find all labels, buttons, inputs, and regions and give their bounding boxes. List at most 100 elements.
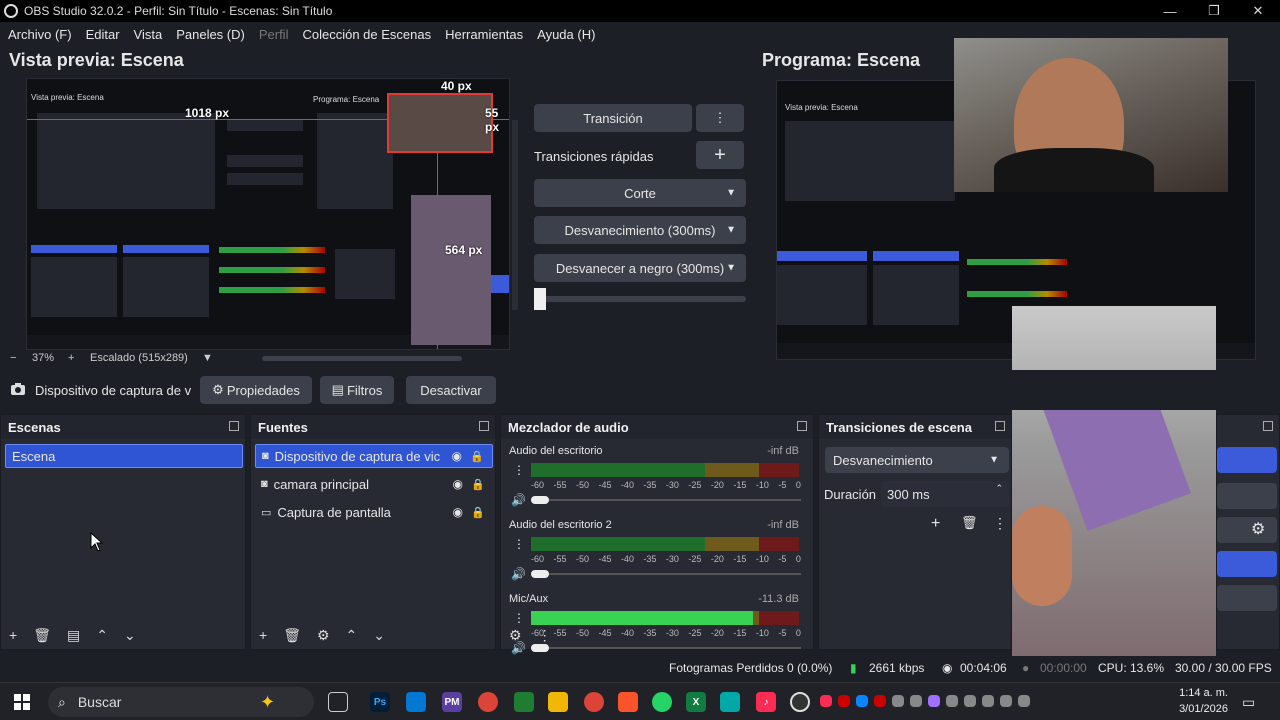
gear-icon[interactable]: ⚙ <box>1251 519 1265 539</box>
add-scene-button[interactable]: + <box>9 627 17 643</box>
lock-icon[interactable]: 🔒 <box>471 506 485 519</box>
scaling-dropdown-icon[interactable]: ▼ <box>202 352 213 364</box>
microphone-icon[interactable] <box>1000 695 1012 707</box>
speaker-icon[interactable]: 🔊 <box>511 493 526 507</box>
menu-tools[interactable]: Herramientas <box>445 27 523 42</box>
undock-icon[interactable] <box>479 421 489 431</box>
tbar-slider[interactable] <box>534 296 746 302</box>
tbar-handle[interactable] <box>534 288 546 310</box>
more-vertical-icon[interactable]: ⋮ <box>538 627 552 644</box>
move-down-icon[interactable]: ⌄ <box>373 627 385 644</box>
maximize-button[interactable]: ❐ <box>1192 0 1236 22</box>
quick-transition-fade[interactable]: Desvanecimiento (300ms) ▼ <box>534 216 746 244</box>
minimize-button[interactable]: — <box>1148 0 1192 22</box>
studio-mode-button[interactable] <box>1217 551 1277 577</box>
notifications-icon[interactable]: ▭ <box>1242 694 1255 711</box>
move-up-icon[interactable]: ⌃ <box>96 627 108 644</box>
move-up-icon[interactable]: ⌃ <box>346 627 358 644</box>
obs-taskbar-icon[interactable] <box>790 692 810 712</box>
volume-slider-knob[interactable] <box>531 496 549 504</box>
menu-view[interactable]: Vista <box>134 27 163 42</box>
filters-button[interactable]: ▤ Filtros <box>320 376 394 404</box>
selected-source-box[interactable] <box>387 93 493 153</box>
tiktok-icon[interactable]: ♪ <box>756 692 776 712</box>
tray-tiktok-icon[interactable] <box>820 695 832 707</box>
virtual-camera-button[interactable] <box>1217 517 1277 543</box>
clock-date[interactable]: 3/01/2026 <box>1172 703 1228 715</box>
chrome-profile-icon[interactable] <box>584 692 604 712</box>
quick-transition-cut[interactable]: Corte ▼ <box>534 179 746 207</box>
start-streaming-button[interactable] <box>1217 447 1277 473</box>
lock-icon[interactable]: 🔒 <box>471 478 485 491</box>
menu-profile[interactable]: Perfil <box>259 27 289 42</box>
chevron-up-icon[interactable]: ⌃ <box>995 483 1003 494</box>
brave-icon[interactable] <box>618 692 638 712</box>
undock-icon[interactable] <box>229 421 239 431</box>
more-vertical-icon[interactable]: ⋮ <box>513 537 525 551</box>
xbox-icon[interactable] <box>514 692 534 712</box>
visibility-eye-icon[interactable]: ◉ <box>453 477 463 491</box>
undock-icon[interactable] <box>1263 421 1273 431</box>
start-recording-button[interactable] <box>1217 483 1277 509</box>
visibility-eye-icon[interactable]: ◉ <box>452 449 462 463</box>
task-view-icon[interactable] <box>328 692 348 712</box>
source-item[interactable]: ◙ camara principal ◉ 🔒 <box>255 472 493 496</box>
volume-slider[interactable] <box>531 496 801 504</box>
move-down-icon[interactable]: ⌄ <box>124 627 136 644</box>
tray-app-icon[interactable] <box>874 695 886 707</box>
add-source-button[interactable]: + <box>259 627 267 643</box>
lock-icon[interactable]: 🔒 <box>470 450 484 463</box>
preview-horizontal-scrollbar[interactable] <box>262 356 462 361</box>
whatsapp-icon[interactable] <box>652 692 672 712</box>
trash-icon[interactable]: 🗑 <box>283 627 301 644</box>
file-explorer-icon[interactable] <box>548 692 568 712</box>
volume-icon[interactable] <box>1018 695 1030 707</box>
settings-button[interactable] <box>1217 585 1277 611</box>
volume-slider-knob[interactable] <box>531 570 549 578</box>
transition-select[interactable]: Desvanecimiento ▼ <box>825 447 1009 473</box>
clock-time[interactable]: 1:14 a. m. <box>1172 687 1228 699</box>
trash-icon[interactable]: 🗑 <box>961 515 978 531</box>
tray-app-icon[interactable] <box>838 695 850 707</box>
network-icon[interactable] <box>982 695 994 707</box>
cloud-icon[interactable] <box>946 695 958 707</box>
trash-icon[interactable]: 🗑 <box>33 627 51 644</box>
menu-file[interactable]: Archivo (F) <box>8 27 72 42</box>
duration-spinbox[interactable]: 300 ms ⌃ <box>881 481 1009 507</box>
menu-scene-collection[interactable]: Colección de Escenas <box>302 27 431 42</box>
scene-filters-icon[interactable]: ▤ <box>67 627 80 644</box>
windows-start-icon[interactable] <box>14 694 30 710</box>
tray-app-icon[interactable] <box>928 695 940 707</box>
source-item[interactable]: ◙ Dispositivo de captura de vic ◉ 🔒 <box>255 444 493 468</box>
scene-item-escena[interactable]: Escena <box>5 444 243 468</box>
zoom-out-button[interactable]: − <box>10 352 16 364</box>
volume-slider[interactable] <box>531 570 801 578</box>
tray-app-icon[interactable] <box>964 695 976 707</box>
menu-edit[interactable]: Editar <box>86 27 120 42</box>
gear-icon[interactable]: ⚙ <box>317 627 330 644</box>
mixer-settings-icon[interactable]: ⚙ <box>509 627 522 644</box>
source-item[interactable]: ▭ Captura de pantalla ◉ 🔒 <box>255 500 493 524</box>
chrome-icon[interactable] <box>478 692 498 712</box>
zoom-in-button[interactable]: + <box>68 352 74 364</box>
undock-icon[interactable] <box>995 421 1005 431</box>
bluetooth-icon[interactable] <box>856 695 868 707</box>
menu-help[interactable]: Ayuda (H) <box>537 27 595 42</box>
transition-options-button[interactable]: ⋮ <box>696 104 744 132</box>
menu-docks[interactable]: Paneles (D) <box>176 27 245 42</box>
preview-vertical-scrollbar[interactable] <box>512 120 518 310</box>
preview-canvas[interactable]: Vista previa: Escena Programa: Escena 40… <box>26 78 510 350</box>
add-quick-transition-button[interactable]: + <box>696 141 744 169</box>
window-app-icon[interactable] <box>406 692 426 712</box>
app-icon[interactable] <box>720 692 740 712</box>
more-vertical-icon[interactable]: ⋮ <box>993 515 1007 532</box>
quick-transition-fade-black[interactable]: Desvanecer a negro (300ms) ▼ <box>534 254 746 282</box>
excel-icon[interactable]: X <box>686 692 706 712</box>
add-transition-button[interactable]: + <box>931 515 940 533</box>
undock-icon[interactable] <box>797 421 807 431</box>
photoshop-icon[interactable]: Ps <box>370 692 390 712</box>
deactivate-button[interactable]: Desactivar <box>406 376 496 404</box>
tray-app-icon[interactable] <box>892 695 904 707</box>
more-vertical-icon[interactable]: ⋮ <box>513 463 525 477</box>
pm-app-icon[interactable]: PM <box>442 692 462 712</box>
